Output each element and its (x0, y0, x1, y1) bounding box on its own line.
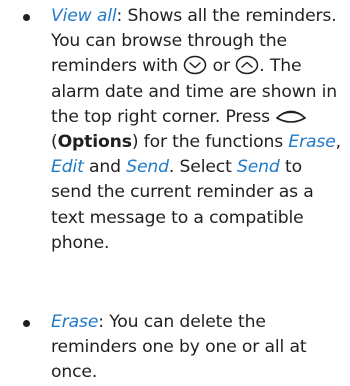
bullet-icon (23, 320, 30, 327)
term-erase: Erase (51, 312, 99, 332)
bullet-icon (23, 14, 30, 21)
list-item-text: View all: Shows all the reminders. You c… (51, 4, 347, 256)
term-view-all: View all (51, 6, 117, 26)
text-segment: ) for the functions (131, 132, 289, 153)
function-erase: Erase (288, 132, 336, 153)
options-label: Options (57, 132, 132, 153)
scroll-down-key-icon (183, 55, 207, 75)
text-segment: . Select (168, 157, 237, 178)
function-edit: Edit (51, 157, 84, 178)
manual-page: View all: Shows all the reminders. You c… (0, 0, 350, 385)
select-send: Send (236, 157, 280, 178)
text-segment: or (207, 56, 236, 77)
list-item-text: Erase: You can delete the reminders one … (51, 310, 347, 386)
text-segment: , (335, 132, 341, 153)
scroll-up-key-icon (235, 55, 259, 75)
function-send: Send (126, 157, 169, 178)
text-segment: and (83, 157, 127, 178)
selection-key-icon (275, 106, 307, 126)
